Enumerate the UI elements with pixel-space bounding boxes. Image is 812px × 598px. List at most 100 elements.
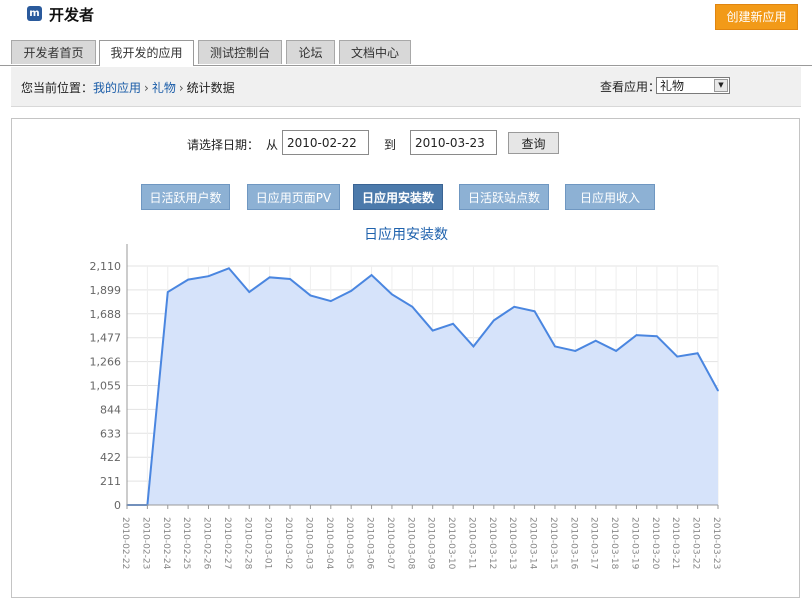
data-point: [452, 322, 454, 325]
y-tick-label: 211: [100, 475, 121, 488]
y-tick-label: 0: [114, 499, 121, 512]
y-tick-label: 1,266: [90, 356, 122, 369]
metric-daily-revenue-button[interactable]: 日应用收入: [565, 184, 655, 210]
chevron-down-icon[interactable]: ▼: [714, 79, 728, 92]
data-point: [370, 274, 373, 276]
app-select-value: 礼物: [660, 79, 685, 93]
data-point: [676, 355, 679, 358]
date-from-input[interactable]: 2010-02-22: [282, 130, 369, 155]
breadcrumb-separator: ›: [178, 81, 184, 95]
x-tick-label: 2010-03-09: [426, 517, 436, 570]
breadcrumb-separator: ›: [144, 81, 149, 95]
breadcrumb-bar: 您当前位置：我的应用 › 礼物 › 统计数据 查看应用： 礼物 ▼: [11, 67, 801, 107]
x-tick-label: 2010-03-16: [568, 517, 578, 570]
data-point: [350, 290, 352, 292]
date-to-input[interactable]: 2010-03-23: [410, 130, 497, 155]
data-point: [615, 350, 617, 352]
data-point: [493, 319, 495, 322]
x-tick-label: 2010-03-17: [589, 517, 599, 569]
breadcrumb-link-my-apps[interactable]: 我的应用: [93, 81, 141, 95]
data-point: [309, 294, 312, 297]
y-tick-label: 2,110: [90, 260, 122, 273]
x-tick-label: 2010-02-26: [202, 517, 212, 570]
x-tick-label: 2010-03-23: [711, 517, 721, 569]
data-point: [594, 339, 597, 342]
x-tick-label: 2010-03-02: [283, 517, 293, 569]
metric-daily-active-sites-button[interactable]: 日活跃站点数: [459, 184, 549, 210]
x-tick-label: 2010-03-01: [263, 517, 273, 569]
main-tabs: 开发者首页 我开发的应用 测试控制台 论坛 文档中心: [0, 40, 812, 66]
view-app-label: 查看应用：: [600, 80, 661, 94]
x-tick-label: 2010-02-23: [140, 517, 150, 569]
data-point: [268, 276, 271, 279]
data-point: [533, 310, 536, 313]
date-to-label: 到: [384, 138, 397, 152]
data-point: [207, 275, 210, 277]
x-tick-label: 2010-03-06: [365, 517, 375, 570]
x-tick-label: 2010-02-27: [222, 517, 232, 569]
y-tick-label: 844: [100, 403, 121, 416]
data-point: [166, 291, 169, 293]
developer-logo-icon: m: [27, 6, 42, 21]
data-point: [431, 329, 434, 332]
x-tick-label: 2010-03-05: [344, 517, 354, 569]
query-button[interactable]: 查询: [508, 132, 559, 154]
tab-developer-home[interactable]: 开发者首页: [11, 40, 96, 64]
tab-test-console[interactable]: 测试控制台: [198, 40, 282, 64]
x-tick-label: 2010-03-03: [303, 517, 313, 569]
x-tick-label: 2010-03-21: [670, 517, 680, 569]
data-point: [411, 305, 414, 308]
x-tick-label: 2010-03-20: [650, 517, 660, 570]
x-tick-label: 2010-03-07: [385, 517, 395, 569]
x-tick-label: 2010-02-28: [242, 517, 252, 570]
data-point: [391, 293, 393, 296]
data-point: [248, 291, 251, 293]
page-title: 开发者: [49, 6, 95, 24]
y-tick-label: 422: [100, 451, 121, 464]
x-tick-label: 2010-03-13: [507, 517, 517, 569]
y-tick-label: 633: [100, 427, 121, 440]
app-select[interactable]: 礼物 ▼: [656, 77, 730, 94]
x-tick-label: 2010-02-25: [181, 517, 191, 569]
date-filter-label: 请选择日期：: [187, 138, 260, 152]
data-point: [554, 345, 556, 348]
y-tick-label: 1,477: [90, 332, 122, 345]
metric-daily-active-users-button[interactable]: 日活跃用户数: [141, 184, 230, 210]
x-tick-label: 2010-02-24: [161, 517, 171, 570]
data-point: [635, 334, 638, 336]
create-app-button[interactable]: 创建新应用: [715, 4, 798, 30]
date-from-label: 从: [266, 138, 279, 152]
series-area: [127, 268, 718, 505]
y-tick-label: 1,688: [90, 308, 122, 321]
x-tick-label: 2010-02-22: [120, 517, 130, 569]
x-tick-label: 2010-03-18: [609, 517, 619, 570]
y-tick-label: 1,055: [90, 380, 122, 393]
x-tick-label: 2010-03-11: [466, 517, 476, 569]
data-point: [696, 352, 699, 355]
data-point: [574, 350, 577, 352]
data-point: [228, 267, 230, 270]
breadcrumb-current: 统计数据: [186, 81, 235, 95]
data-point: [187, 278, 189, 281]
breadcrumb-link-gift[interactable]: 礼物: [152, 81, 176, 95]
data-point: [656, 335, 658, 338]
data-point: [472, 345, 475, 348]
x-tick-label: 2010-03-22: [691, 517, 701, 569]
x-tick-label: 2010-03-14: [528, 517, 538, 570]
data-point: [329, 300, 332, 302]
tab-forum[interactable]: 论坛: [286, 40, 335, 64]
breadcrumb-prefix: 您当前位置：: [21, 81, 94, 95]
x-tick-label: 2010-03-15: [548, 517, 558, 569]
data-point: [289, 278, 291, 280]
x-tick-label: 2010-03-08: [405, 517, 415, 570]
metric-daily-installs-button[interactable]: 日应用安装数: [353, 184, 443, 210]
data-point: [717, 389, 719, 392]
x-tick-label: 2010-03-10: [446, 517, 456, 570]
tab-my-apps[interactable]: 我开发的应用: [99, 40, 194, 66]
x-tick-label: 2010-03-19: [629, 517, 639, 570]
tab-docs[interactable]: 文档中心: [339, 40, 411, 64]
data-point: [513, 305, 516, 308]
x-tick-label: 2010-03-12: [487, 517, 497, 569]
y-tick-label: 1,899: [90, 284, 122, 297]
metric-daily-pageviews-button[interactable]: 日应用页面PV: [247, 184, 340, 210]
